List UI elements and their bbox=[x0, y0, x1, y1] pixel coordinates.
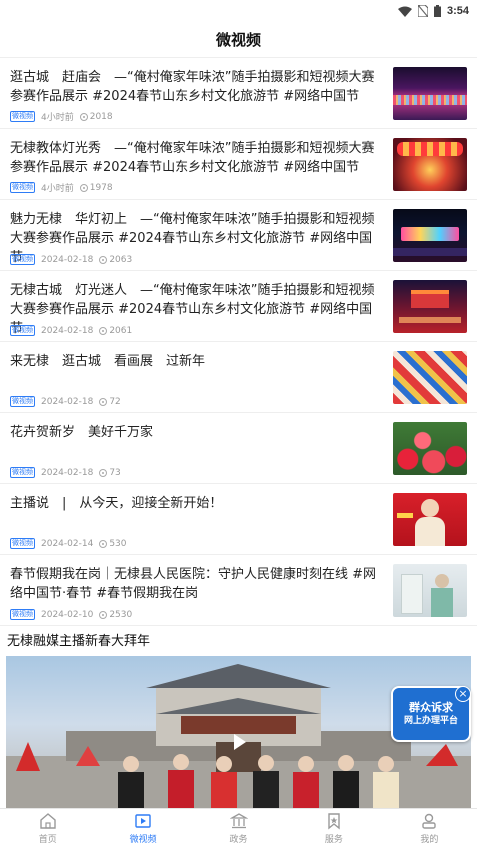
news-list: 逛古城 赶庙会 —“俺村俺家年味浓”随手拍摄影和短视频大赛参赛作品展示 #202… bbox=[0, 58, 477, 626]
play-icon[interactable] bbox=[234, 734, 246, 750]
status-time: 3:54 bbox=[446, 5, 469, 17]
news-time: 2024-02-18 bbox=[41, 396, 94, 407]
news-title: 来无棣 逛古城 看画展 过新年 bbox=[10, 354, 206, 369]
tab-label: 政务 bbox=[229, 835, 248, 845]
news-item[interactable]: 花卉贺新岁 美好千万家 微视频 2024-02-18 73 bbox=[0, 413, 477, 484]
news-item[interactable]: 逛古城 赶庙会 —“俺村俺家年味浓”随手拍摄影和短视频大赛参赛作品展示 #202… bbox=[0, 58, 477, 129]
news-thumbnail bbox=[393, 138, 467, 191]
news-time: 4小时前 bbox=[41, 184, 74, 194]
news-meta: 微视频 2024-02-18 72 bbox=[10, 396, 121, 407]
tab-label: 我的 bbox=[420, 835, 439, 845]
news-title: 花卉贺新岁 美好千万家 bbox=[10, 425, 154, 440]
news-thumbnail bbox=[393, 564, 467, 617]
tab-government[interactable]: 政务 bbox=[191, 809, 286, 848]
category-tag: 微视频 bbox=[10, 254, 35, 265]
views-icon bbox=[99, 539, 108, 548]
user-icon bbox=[422, 813, 437, 829]
views-icon bbox=[99, 255, 108, 264]
tab-profile[interactable]: 我的 bbox=[382, 809, 477, 848]
news-item[interactable]: 无棣教体灯光秀 —“俺村俺家年味浓”随手拍摄影和短视频大赛参赛作品展示 #202… bbox=[0, 129, 477, 200]
news-time: 2024-02-14 bbox=[41, 538, 94, 549]
news-title: 主播说 | 从今天，迎接全新开始！ bbox=[10, 496, 223, 511]
wifi-icon bbox=[397, 6, 412, 17]
news-thumbnail bbox=[393, 209, 467, 262]
tab-micro-video[interactable]: 微视频 bbox=[95, 809, 190, 848]
view-count: 73 bbox=[109, 467, 121, 478]
bottom-tab-bar: 首页 微视频 政务 服务 我的 bbox=[0, 808, 477, 848]
news-meta: 微视频 2024-02-14 530 bbox=[10, 538, 127, 549]
petition-line-2: 网上办理平台 bbox=[403, 716, 458, 726]
news-time: 2024-02-18 bbox=[41, 325, 94, 336]
news-title: 无棣教体灯光秀 —“俺村俺家年味浓”随手拍摄影和短视频大赛参赛作品展示 #202… bbox=[10, 141, 375, 175]
news-meta: 微视频 2024-02-18 2063 bbox=[10, 254, 132, 265]
news-time: 4小时前 bbox=[41, 113, 74, 123]
category-tag: 微视频 bbox=[10, 182, 35, 193]
views-icon bbox=[99, 610, 108, 619]
view-count: 2061 bbox=[109, 325, 133, 336]
news-title: 逛古城 赶庙会 —“俺村俺家年味浓”随手拍摄影和短视频大赛参赛作品展示 #202… bbox=[10, 70, 375, 104]
news-meta: 微视频 2024-02-10 2530 bbox=[10, 609, 132, 620]
view-count: 2063 bbox=[109, 254, 133, 265]
news-time: 2024-02-18 bbox=[41, 467, 94, 478]
views-icon bbox=[99, 326, 108, 335]
category-tag: 微视频 bbox=[10, 396, 35, 407]
view-count: 2018 bbox=[89, 111, 113, 122]
news-meta: 微视频 2024-02-18 73 bbox=[10, 467, 121, 478]
news-thumbnail bbox=[393, 422, 467, 475]
news-time: 2024-02-10 bbox=[41, 609, 94, 620]
news-meta: 微视频 4小时前 2018 bbox=[10, 110, 113, 123]
view-count: 72 bbox=[109, 396, 121, 407]
news-time: 2024-02-18 bbox=[41, 254, 94, 265]
category-tag: 微视频 bbox=[10, 325, 35, 336]
views-icon bbox=[79, 112, 88, 121]
news-thumbnail bbox=[393, 351, 467, 404]
tab-label: 首页 bbox=[38, 835, 57, 845]
home-icon bbox=[40, 813, 56, 829]
view-count: 1978 bbox=[89, 182, 113, 193]
status-bar: 3:54 bbox=[0, 0, 477, 22]
news-item[interactable]: 主播说 | 从今天，迎接全新开始！ 微视频 2024-02-14 530 bbox=[0, 484, 477, 555]
tab-label: 服务 bbox=[324, 835, 343, 845]
category-tag: 微视频 bbox=[10, 467, 35, 478]
view-count: 2530 bbox=[109, 609, 133, 620]
featured-section-title: 无棣融媒主播新春大拜年 bbox=[7, 634, 151, 649]
tab-services[interactable]: 服务 bbox=[286, 809, 381, 848]
no-sim-icon bbox=[417, 5, 428, 17]
news-thumbnail bbox=[393, 280, 467, 333]
petition-line-1: 群众诉求 bbox=[409, 701, 453, 714]
view-count: 530 bbox=[109, 538, 127, 549]
news-item[interactable]: 魅力无棣 华灯初上 —“俺村俺家年味浓”随手拍摄影和短视频大赛参赛作品展示 #2… bbox=[0, 200, 477, 271]
tab-home[interactable]: 首页 bbox=[0, 809, 95, 848]
news-meta: 微视频 4小时前 1978 bbox=[10, 181, 113, 194]
close-icon[interactable]: × bbox=[455, 686, 471, 702]
news-item[interactable]: 来无棣 逛古城 看画展 过新年 微视频 2024-02-18 72 bbox=[0, 342, 477, 413]
category-tag: 微视频 bbox=[10, 538, 35, 549]
views-icon bbox=[79, 183, 88, 192]
news-item[interactable]: 春节假期我在岗｜无棣县人民医院：守护人民健康时刻在线 #网络中国节·春节 #春节… bbox=[0, 555, 477, 626]
battery-icon bbox=[433, 5, 441, 17]
page-title: 微视频 bbox=[0, 22, 477, 58]
news-thumbnail bbox=[393, 493, 467, 546]
government-icon bbox=[229, 813, 248, 829]
category-tag: 微视频 bbox=[10, 609, 35, 620]
news-thumbnail bbox=[393, 67, 467, 120]
bookmark-icon bbox=[328, 813, 340, 830]
category-tag: 微视频 bbox=[10, 111, 35, 122]
tab-label: 微视频 bbox=[129, 835, 157, 845]
video-icon bbox=[135, 814, 151, 828]
news-meta: 微视频 2024-02-18 2061 bbox=[10, 325, 132, 336]
news-item[interactable]: 无棣古城 灯光迷人 —“俺村俺家年味浓”随手拍摄影和短视频大赛参赛作品展示 #2… bbox=[0, 271, 477, 342]
news-title: 春节假期我在岗｜无棣县人民医院：守护人民健康时刻在线 #网络中国节·春节 #春节… bbox=[10, 567, 377, 601]
views-icon bbox=[99, 468, 108, 477]
views-icon bbox=[99, 397, 108, 406]
